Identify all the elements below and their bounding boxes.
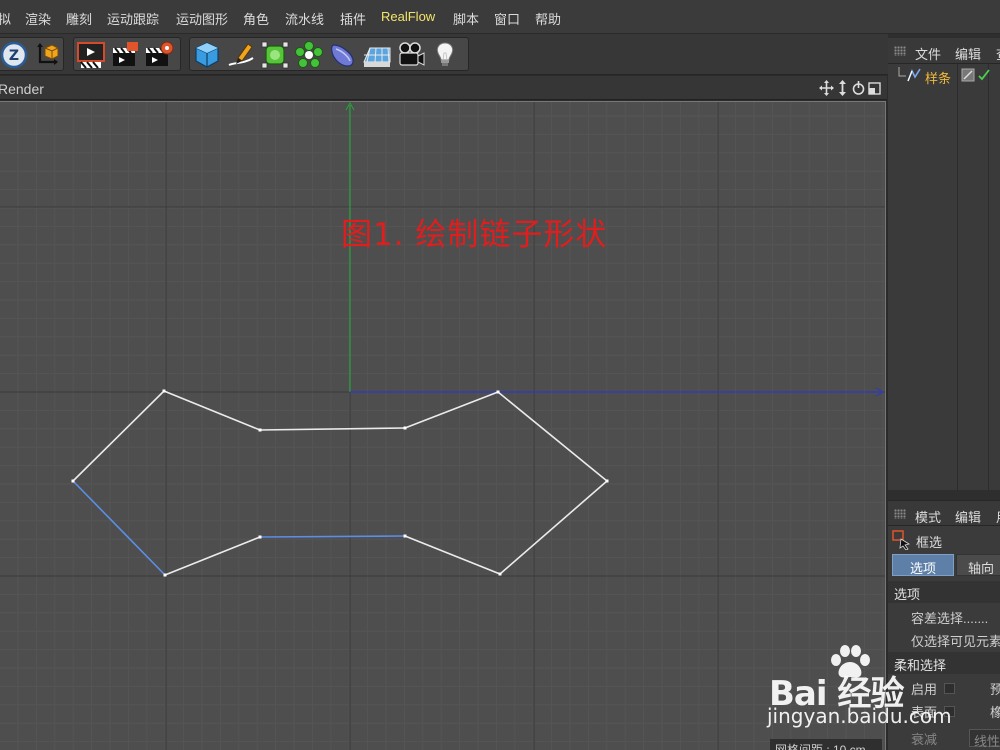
panel-grip-icon[interactable] xyxy=(894,46,906,56)
rubber-label: 橡 xyxy=(990,705,1000,720)
menu-item-sculpt[interactable]: 雕刻 xyxy=(66,9,92,28)
menu-item-motion-tracking[interactable]: 运动跟踪 xyxy=(107,9,159,28)
spline-point[interactable] xyxy=(258,428,262,432)
preview-label: 预 xyxy=(990,682,1000,697)
annotation-title: 图1. 绘制链子形状 xyxy=(341,217,608,253)
spline-segment[interactable] xyxy=(259,535,406,538)
menu-item-help[interactable]: 帮助 xyxy=(535,9,561,28)
spline-segment[interactable] xyxy=(404,535,501,575)
object-name[interactable]: 样条 xyxy=(925,68,951,87)
chain-spline[interactable] xyxy=(71,389,609,577)
enabled-check-icon[interactable] xyxy=(978,68,990,82)
toolbar-group-objects xyxy=(189,37,469,71)
layer-icon[interactable] xyxy=(961,68,975,82)
om-column-divider xyxy=(957,64,958,490)
main-toolbar: Z xyxy=(0,34,888,75)
object-manager: 样条 xyxy=(888,64,1000,490)
menu-item-realflow[interactable]: RealFlow xyxy=(381,9,435,24)
menu-item-window[interactable]: 窗口 xyxy=(494,9,520,28)
object-manager-header: 文件 编辑 查 xyxy=(888,38,1000,64)
spline-point[interactable] xyxy=(403,534,407,538)
spline-point[interactable] xyxy=(258,535,262,539)
section-soft-selection-header: 柔和选择 xyxy=(888,652,1000,674)
right-panel: 文件 编辑 查 样条 模式 编辑 用 框选 选 xyxy=(888,34,1000,750)
am-tab-edit[interactable]: 编辑 xyxy=(955,507,981,526)
tab-axis[interactable]: 轴向 xyxy=(956,554,1000,576)
spline-point[interactable] xyxy=(403,426,407,430)
viewport[interactable]: 图1. 绘制链子形状 网格间距 : 10 cm xyxy=(0,101,886,750)
svg-text:Z: Z xyxy=(9,48,19,64)
surface-checkbox[interactable] xyxy=(944,706,955,717)
major-grid xyxy=(0,102,885,750)
render-picture-viewer-icon[interactable] xyxy=(110,40,140,70)
spline-segment[interactable] xyxy=(499,480,608,575)
falloff-label: 衰减 xyxy=(911,732,938,747)
visible-only-label: 仅选择可见元素 xyxy=(911,634,1000,649)
falloff-select[interactable]: 线性 xyxy=(969,729,1000,748)
deformer-icon[interactable] xyxy=(328,40,358,70)
am-tab-mode[interactable]: 模式 xyxy=(915,507,941,526)
menu-item-mograph[interactable]: 运动图形 xyxy=(176,9,228,28)
coordinate-system-icon[interactable] xyxy=(31,40,61,70)
om-tab-edit[interactable]: 编辑 xyxy=(955,44,981,63)
menu-bar: 拟 渲染 雕刻 运动跟踪 运动图形 角色 流水线 插件 RealFlow 脚本 … xyxy=(0,0,1000,34)
subdivision-surface-icon[interactable] xyxy=(260,40,290,70)
menu-item-render[interactable]: 渲染 xyxy=(25,9,51,28)
spline-object-icon xyxy=(898,67,921,82)
cloner-icon[interactable] xyxy=(294,40,324,70)
rectangle-selection-icon xyxy=(892,530,911,550)
toolbar-group-render xyxy=(73,37,181,71)
tolerance-select-label: 容差选择....... xyxy=(911,611,989,626)
active-tool-row: 框选 xyxy=(888,530,1000,550)
menu-item-pipeline[interactable]: 流水线 xyxy=(285,9,324,28)
move-view-icon[interactable] xyxy=(819,79,834,97)
falloff-row: 衰减 线性 xyxy=(911,729,1000,748)
render-settings-icon[interactable] xyxy=(144,40,174,70)
viewport-header: Render xyxy=(0,76,887,100)
spline-point[interactable] xyxy=(163,573,167,577)
attribute-manager: 框选 选项 轴向 选项 容差选择....... 仅选择可见元素 柔和选择 启用 … xyxy=(888,526,1000,750)
om-tab-view[interactable]: 查 xyxy=(996,44,1000,63)
spline-point[interactable] xyxy=(71,479,75,483)
viewport-canvas[interactable] xyxy=(0,102,886,750)
menu-item-plugins[interactable]: 插件 xyxy=(340,9,366,28)
toolbar-group-axis: Z xyxy=(0,37,64,71)
spline-segment[interactable] xyxy=(72,480,166,576)
rotate-view-icon[interactable] xyxy=(851,79,866,97)
object-row[interactable]: 样条 xyxy=(888,66,1000,87)
floor-scene-icon[interactable] xyxy=(362,40,392,70)
enable-checkbox[interactable] xyxy=(944,683,955,694)
viewport-title: Render xyxy=(0,81,44,97)
menu-item-character[interactable]: 角色 xyxy=(243,9,269,28)
pen-spline-icon[interactable] xyxy=(226,40,256,70)
spline-point[interactable] xyxy=(162,389,166,393)
spline-point[interactable] xyxy=(605,479,609,483)
om-tab-file[interactable]: 文件 xyxy=(915,44,941,63)
maximize-view-icon[interactable] xyxy=(867,79,882,97)
fine-grid xyxy=(0,102,885,750)
attribute-manager-header: 模式 编辑 用 xyxy=(888,500,1000,526)
menu-item-simulate[interactable]: 拟 xyxy=(0,9,11,28)
panel-grip-icon[interactable] xyxy=(894,509,906,519)
spline-segment[interactable] xyxy=(72,390,165,482)
am-tab-user[interactable]: 用 xyxy=(996,507,1000,526)
spline-point[interactable] xyxy=(498,572,502,576)
spline-segment[interactable] xyxy=(164,536,261,576)
tool-name: 框选 xyxy=(916,535,943,550)
spline-point[interactable] xyxy=(496,390,500,394)
surface-label: 表面 xyxy=(911,705,938,720)
camera-icon[interactable] xyxy=(396,40,426,70)
render-view-icon[interactable] xyxy=(76,40,106,70)
viewport-nav-controls xyxy=(819,79,883,97)
tab-options[interactable]: 选项 xyxy=(892,554,954,576)
cube-primitive-icon[interactable] xyxy=(192,40,222,70)
section-options-header: 选项 xyxy=(888,581,1000,603)
light-icon[interactable] xyxy=(430,40,460,70)
z-axis-lock-icon[interactable]: Z xyxy=(0,40,29,70)
zoom-view-icon[interactable] xyxy=(835,79,850,97)
menu-item-script[interactable]: 脚本 xyxy=(453,9,479,28)
enable-label: 启用 xyxy=(911,682,938,697)
grid-spacing-status: 网格间距 : 10 cm xyxy=(770,739,882,750)
om-column-divider xyxy=(988,64,989,490)
